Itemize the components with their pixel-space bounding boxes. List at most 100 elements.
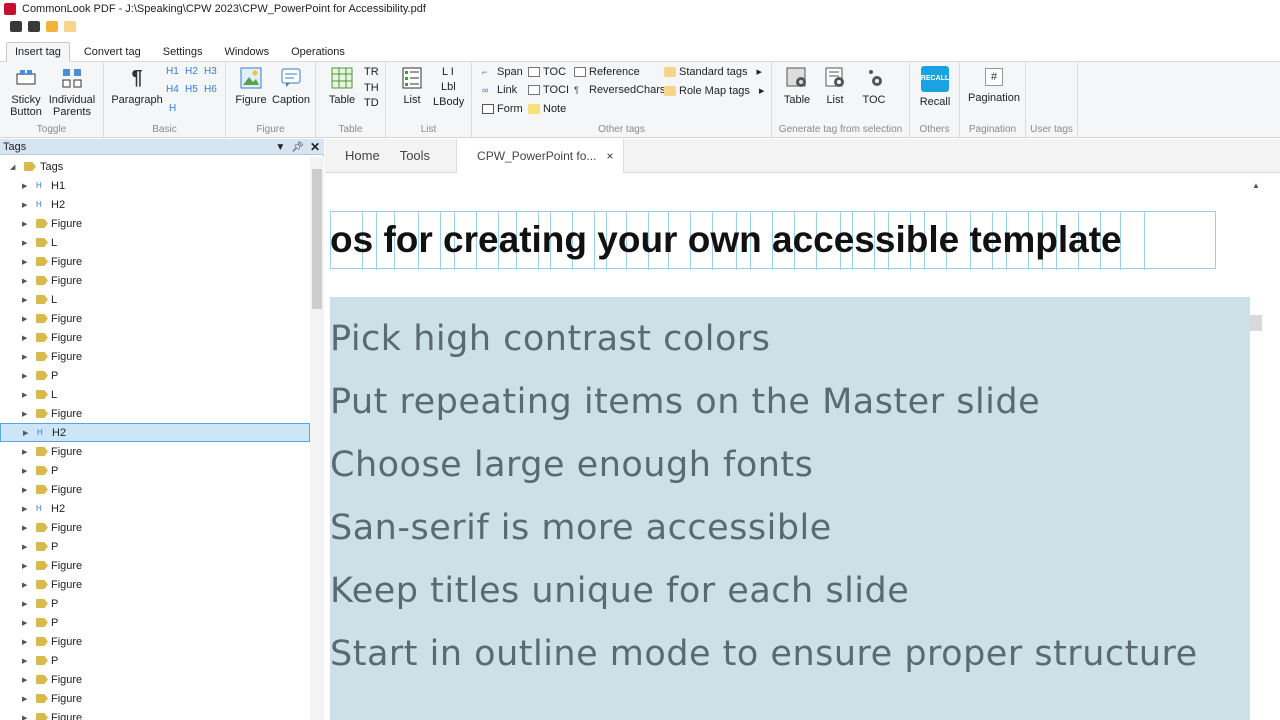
- bullet-line[interactable]: Choose large enough fonts: [330, 445, 813, 485]
- tree-item[interactable]: ▶ Figure: [0, 632, 310, 651]
- expand-arrow-icon[interactable]: ▶: [22, 619, 27, 627]
- expand-arrow-icon[interactable]: ▶: [22, 220, 27, 228]
- bullet-line[interactable]: Keep titles unique for each slide: [330, 571, 909, 611]
- lbl-button[interactable]: Lbl: [441, 81, 456, 93]
- tree-root[interactable]: ◢ Tags: [0, 157, 310, 176]
- h5-button[interactable]: H5: [185, 84, 198, 95]
- expand-arrow-icon[interactable]: ▶: [22, 448, 27, 456]
- tree-item[interactable]: ▶ Figure: [0, 575, 310, 594]
- toci-button[interactable]: TOCI: [528, 84, 569, 96]
- individual-parents-button[interactable]: Individual Parents: [48, 66, 96, 118]
- tree-item[interactable]: ▶ P: [0, 613, 310, 632]
- paragraph-button[interactable]: ¶ Paragraph: [111, 66, 162, 106]
- expand-arrow-icon[interactable]: ▶: [22, 543, 27, 551]
- h1-button[interactable]: H1: [166, 66, 179, 77]
- tree-item[interactable]: ▶ P: [0, 594, 310, 613]
- save-as-icon[interactable]: [28, 20, 40, 32]
- expand-arrow-icon[interactable]: ▶: [22, 239, 27, 247]
- span-button[interactable]: ⌐ Span: [482, 66, 523, 78]
- recall-button[interactable]: RECALL Recall: [919, 66, 951, 108]
- close-tab-icon[interactable]: ×: [606, 149, 613, 163]
- pin-icon[interactable]: 📌︎: [291, 142, 304, 153]
- tree-item[interactable]: ▶ Figure: [0, 404, 310, 423]
- tree-item[interactable]: ▶ Figure: [0, 328, 310, 347]
- table-button[interactable]: Table: [326, 66, 358, 106]
- note-button[interactable]: Note: [528, 103, 566, 115]
- tree-item[interactable]: ▶ H H2: [0, 499, 310, 518]
- tree-item[interactable]: ▶ P: [0, 461, 310, 480]
- redo-icon[interactable]: [64, 20, 76, 32]
- tab-insert-tag[interactable]: Insert tag: [6, 42, 70, 62]
- expand-arrow-icon[interactable]: ▶: [22, 182, 27, 190]
- list-button[interactable]: List: [398, 66, 426, 106]
- expand-arrow-icon[interactable]: ▶: [22, 695, 27, 703]
- generate-list-button[interactable]: List: [822, 66, 848, 106]
- expand-arrow-icon[interactable]: ▶: [22, 315, 27, 323]
- h2-button[interactable]: H2: [185, 66, 198, 77]
- expand-arrow-icon[interactable]: ▶: [22, 486, 27, 494]
- expand-arrow-icon[interactable]: ◢: [10, 163, 15, 171]
- document-scrollbar-thumb[interactable]: [1250, 315, 1262, 331]
- form-button[interactable]: Form: [482, 103, 523, 115]
- expand-arrow-icon[interactable]: ▶: [22, 581, 27, 589]
- tab-windows[interactable]: Windows: [216, 43, 277, 61]
- expand-arrow-icon[interactable]: ▶: [22, 277, 27, 285]
- expand-arrow-icon[interactable]: ▶: [22, 467, 27, 475]
- td-button[interactable]: TD: [364, 97, 379, 109]
- reversedchars-button[interactable]: ¶ ReversedChars: [574, 84, 665, 96]
- document-scrollbar[interactable]: ▲: [1250, 173, 1280, 720]
- li-button[interactable]: L I: [442, 66, 454, 78]
- tree-item[interactable]: ▶ H H2: [0, 195, 310, 214]
- link-button[interactable]: ∞ Link: [482, 84, 517, 96]
- tree-item[interactable]: ▶ Figure: [0, 271, 310, 290]
- th-button[interactable]: TH: [364, 82, 379, 94]
- expand-arrow-icon[interactable]: ▶: [22, 296, 27, 304]
- tree-item[interactable]: ▶ Figure: [0, 252, 310, 271]
- expand-arrow-icon[interactable]: ▶: [22, 638, 27, 646]
- h4-button[interactable]: H4: [166, 84, 179, 95]
- expand-arrow-icon[interactable]: ▶: [22, 410, 27, 418]
- tr-button[interactable]: TR: [364, 66, 379, 78]
- tree-item[interactable]: ▶ Figure: [0, 518, 310, 537]
- tags-scrollbar-thumb[interactable]: [312, 169, 322, 309]
- figure-button[interactable]: Figure: [232, 66, 270, 106]
- tree-item[interactable]: ▶ Figure: [0, 309, 310, 328]
- tab-home[interactable]: Home: [335, 139, 390, 173]
- tree-item[interactable]: ▶ Figure: [0, 556, 310, 575]
- bullet-line[interactable]: San-serif is more accessible: [330, 508, 832, 548]
- expand-arrow-icon[interactable]: ▶: [23, 429, 28, 437]
- tree-item[interactable]: ▶ Figure: [0, 347, 310, 366]
- tab-settings[interactable]: Settings: [155, 43, 211, 61]
- sticky-button[interactable]: Sticky Button: [6, 66, 46, 118]
- tab-operations[interactable]: Operations: [283, 43, 353, 61]
- slide-title[interactable]: os for creating your own accessible temp…: [330, 219, 1122, 261]
- h6-button[interactable]: H6: [204, 84, 217, 95]
- scroll-up-icon[interactable]: ▲: [1252, 181, 1260, 190]
- toc-button[interactable]: TOC: [528, 66, 566, 78]
- tree-item[interactable]: ▶ Figure: [0, 689, 310, 708]
- bullet-line[interactable]: Start in outline mode to ensure proper s…: [330, 634, 1198, 674]
- tab-convert-tag[interactable]: Convert tag: [76, 43, 149, 61]
- bullet-line[interactable]: Pick high contrast colors: [330, 319, 771, 359]
- generate-table-button[interactable]: Table: [782, 66, 812, 106]
- expand-arrow-icon[interactable]: ▶: [22, 201, 27, 209]
- tree-item[interactable]: ▶ H H2: [0, 423, 310, 442]
- expand-arrow-icon[interactable]: ▶: [22, 600, 27, 608]
- tree-item[interactable]: ▶ P: [0, 366, 310, 385]
- undo-icon[interactable]: [46, 20, 58, 32]
- tree-item[interactable]: ▶ Figure: [0, 480, 310, 499]
- lbody-button[interactable]: LBody: [433, 96, 464, 108]
- expand-arrow-icon[interactable]: ▶: [22, 372, 27, 380]
- tree-item[interactable]: ▶ Figure: [0, 670, 310, 689]
- expand-arrow-icon[interactable]: ▶: [22, 258, 27, 266]
- expand-arrow-icon[interactable]: ▶: [22, 353, 27, 361]
- panel-dropdown-icon[interactable]: ▼: [275, 142, 285, 153]
- reference-button[interactable]: Reference: [574, 66, 640, 78]
- tab-document-file[interactable]: CPW_PowerPoint fo... ×: [456, 138, 625, 173]
- caption-button[interactable]: Caption: [270, 66, 312, 106]
- expand-arrow-icon[interactable]: ▶: [22, 657, 27, 665]
- expand-arrow-icon[interactable]: ▶: [22, 334, 27, 342]
- close-icon[interactable]: ✕: [310, 140, 320, 154]
- tree-item[interactable]: ▶ Figure: [0, 214, 310, 233]
- expand-arrow-icon[interactable]: ▶: [22, 524, 27, 532]
